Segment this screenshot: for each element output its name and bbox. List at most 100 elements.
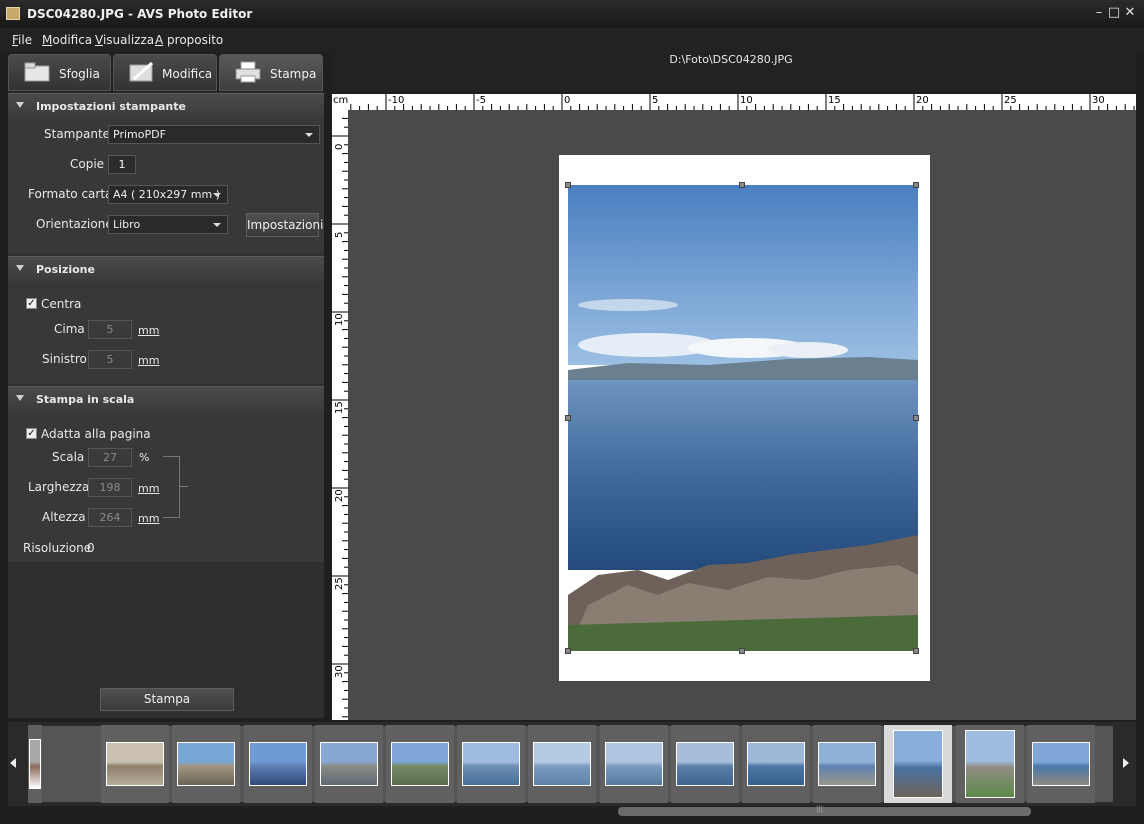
thumbnail[interactable]: [314, 725, 383, 803]
ruler-left-label: 20: [334, 489, 345, 502]
top-label: Cima: [54, 322, 85, 336]
thumbnail[interactable]: [742, 725, 810, 803]
height-field[interactable]: 264: [88, 508, 132, 527]
resolution-label: Risoluzione: [23, 541, 92, 555]
window-title: DSC04280.JPG - AVS Photo Editor: [27, 7, 253, 21]
top-unit: mm: [138, 324, 160, 337]
thumbnail-image: [818, 742, 877, 786]
ruler-top-label: -10: [388, 95, 405, 106]
scale-field[interactable]: 27: [88, 448, 132, 467]
left-field[interactable]: 5: [88, 350, 132, 369]
scale-label: Scala: [52, 450, 85, 464]
thumbnail[interactable]: [386, 725, 454, 803]
section-title: Impostazioni stampante: [36, 100, 186, 113]
ruler-left-label: 15: [334, 401, 345, 414]
ruler-top-label: 20: [916, 95, 929, 106]
thumbnail[interactable]: [813, 725, 882, 803]
height-label: Altezza: [42, 510, 86, 524]
crop-handle[interactable]: [913, 648, 919, 654]
aspect-lock-link: [180, 486, 188, 487]
ruler-top-label: 30: [1092, 95, 1105, 106]
maximize-icon[interactable]: □: [1107, 6, 1121, 20]
section-title: Posizione: [36, 263, 95, 276]
thumbnail[interactable]: [457, 725, 526, 803]
thumbnail[interactable]: [599, 725, 668, 803]
orientation-select[interactable]: Libro: [108, 215, 228, 234]
position-body: ✓ Centra Cima 5 mm Sinistro 5 mm: [8, 282, 324, 384]
chevron-down-icon: [305, 133, 313, 137]
crop-handle[interactable]: [913, 415, 919, 421]
filmstrip-scrollbar[interactable]: |||: [618, 805, 1031, 816]
thumbnail[interactable]: [670, 725, 739, 803]
top-field[interactable]: 5: [88, 320, 132, 339]
close-icon[interactable]: ✕: [1123, 6, 1137, 20]
arrow-right-icon[interactable]: [1123, 758, 1129, 768]
width-unit: mm: [138, 482, 160, 495]
fit-to-page-checkbox[interactable]: ✓: [26, 428, 37, 439]
thumbnail[interactable]: [243, 725, 312, 803]
thumbnail-image: [893, 730, 944, 798]
chevron-down-icon: [213, 223, 221, 227]
center-label: Centra: [41, 297, 82, 311]
crop-handle[interactable]: [739, 182, 745, 188]
section-printer-settings[interactable]: Impostazioni stampante: [8, 93, 324, 119]
resolution-value: 0: [87, 541, 95, 555]
print-button[interactable]: Stampa: [100, 688, 234, 711]
thumbnail-image: [462, 742, 521, 786]
crop-handle[interactable]: [913, 182, 919, 188]
crop-handle[interactable]: [565, 648, 571, 654]
thumbnail[interactable]: [884, 725, 953, 803]
thumbnail-image: [964, 730, 1015, 798]
copies-field[interactable]: 1: [108, 155, 136, 174]
menu-edit[interactable]: Modifica: [42, 33, 92, 47]
collapse-icon: [16, 395, 24, 401]
ruler-top-label: 10: [740, 95, 753, 106]
width-field[interactable]: 198: [88, 478, 132, 497]
menu-file[interactable]: File: [12, 33, 32, 47]
printer-select[interactable]: PrimoPDF: [108, 125, 320, 144]
tab-print[interactable]: Stampa: [219, 54, 323, 91]
thumbnail[interactable]: [101, 725, 170, 803]
ruler-left: [332, 110, 348, 720]
left-unit: mm: [138, 354, 160, 367]
thumbnail[interactable]: [955, 725, 1024, 803]
thumbnail-image: [533, 742, 592, 786]
tab-browse[interactable]: Sfoglia: [8, 54, 111, 91]
crop-handle[interactable]: [739, 648, 745, 654]
ruler-left-label: 10: [334, 313, 345, 326]
thumbnail[interactable]: [1026, 725, 1095, 803]
ruler-left-ticks: [332, 117, 348, 718]
ruler-unit: cm: [333, 95, 349, 106]
app-icon: [6, 7, 20, 20]
section-position[interactable]: Posizione: [8, 256, 324, 282]
thumbnail-image: [106, 742, 165, 786]
section-title: Stampa in scala: [36, 393, 135, 406]
copies-label: Copie: [70, 157, 105, 171]
center-checkbox[interactable]: ✓: [26, 298, 37, 309]
printer-settings-body: Stampante PrimoPDF Copie 1 Formato carta…: [8, 119, 324, 253]
photo-image: [568, 185, 918, 651]
crop-handle[interactable]: [565, 182, 571, 188]
ruler-top-label: 25: [1004, 95, 1017, 106]
thumbnail-image: [1031, 742, 1090, 786]
menu-view[interactable]: Visualizza: [95, 33, 154, 47]
thumbnail[interactable]: [528, 725, 597, 803]
thumbnail[interactable]: [172, 725, 241, 803]
tab-edit[interactable]: Modifica: [113, 54, 217, 91]
ruler-top-label: -5: [476, 95, 486, 106]
thumbnail[interactable]: [28, 725, 42, 803]
fit-to-page-label: Adatta alla pagina: [41, 427, 151, 441]
section-scale[interactable]: Stampa in scala: [8, 386, 324, 412]
photo-preview[interactable]: [568, 185, 918, 651]
printer-settings-button[interactable]: Impostazioni: [246, 213, 323, 237]
menu-about[interactable]: A proposito: [155, 33, 223, 47]
title-bar: DSC04280.JPG - AVS Photo Editor – □ ✕: [0, 0, 1144, 28]
arrow-left-icon[interactable]: [10, 758, 16, 768]
scale-body: ✓ Adatta alla pagina Scala 27 % Larghezz…: [8, 412, 324, 562]
left-label: Sinistro: [42, 352, 87, 366]
printer-label: Stampante: [44, 127, 111, 141]
paper-size-select[interactable]: A4 ( 210x297 mm ): [108, 185, 228, 204]
scale-unit: %: [139, 451, 150, 464]
crop-handle[interactable]: [565, 415, 571, 421]
minimize-icon[interactable]: –: [1092, 6, 1106, 20]
